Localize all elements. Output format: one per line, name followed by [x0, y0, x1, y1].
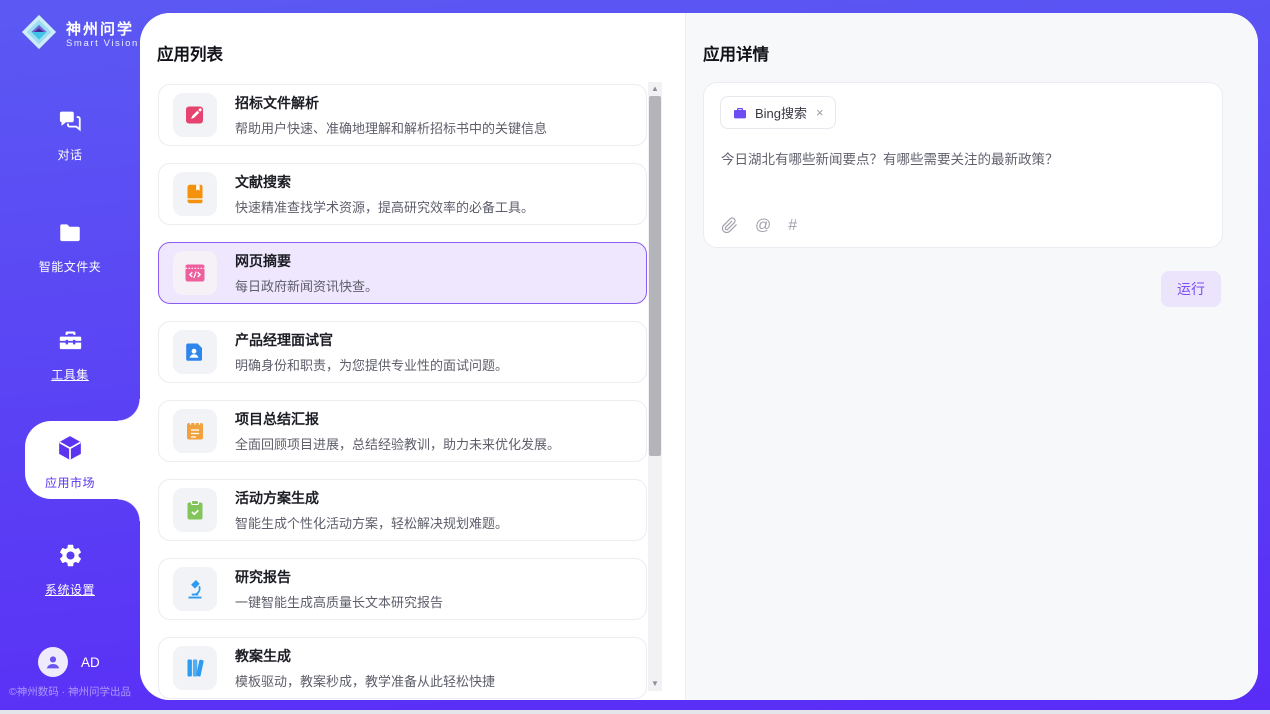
scroll-up-arrow[interactable]: ▲: [648, 82, 662, 96]
chat-icon: [57, 108, 83, 139]
app-name: 研究报告: [235, 567, 443, 587]
sidebar-item-settings[interactable]: 系统设置: [0, 542, 140, 598]
sidebar-item-toolbox[interactable]: 工具集: [0, 327, 140, 383]
app-list-panel: 应用列表 招标文件解析帮助用户快速、准确地理解和解析招标书中的关键信息文献搜索快…: [140, 13, 685, 700]
microscope-icon: [173, 567, 217, 611]
bottom-strip: [0, 710, 1270, 714]
app-description: 每日政府新闻资讯快查。: [235, 276, 378, 295]
app-list: 招标文件解析帮助用户快速、准确地理解和解析招标书中的关键信息文献搜索快速精准查找…: [158, 84, 647, 699]
app-card[interactable]: 网页摘要每日政府新闻资讯快查。: [158, 242, 647, 304]
paperclip-icon[interactable]: [721, 217, 738, 234]
brand-name: 神州问学: [66, 21, 139, 38]
active-tab-curve-top: [118, 399, 140, 421]
interview-doc-icon: [173, 330, 217, 374]
notepad-icon: [173, 409, 217, 453]
app-name: 文献搜索: [235, 172, 534, 192]
app-description: 帮助用户快速、准确地理解和解析招标书中的关键信息: [235, 118, 547, 137]
sidebar-item-label: 对话: [57, 146, 82, 163]
folder-icon: [57, 220, 83, 251]
app-card-meta: 研究报告一键智能生成高质量长文本研究报告: [235, 567, 443, 611]
app-card-meta: 网页摘要每日政府新闻资讯快查。: [235, 251, 378, 295]
tool-tag-bing[interactable]: Bing搜索 ×: [720, 96, 836, 129]
app-card[interactable]: 教案生成模板驱动，教案秒成，教学准备从此轻松快捷: [158, 637, 647, 699]
app-card-meta: 教案生成模板驱动，教案秒成，教学准备从此轻松快捷: [235, 646, 495, 690]
briefcase-icon: [732, 105, 748, 121]
copyright: ©神州数码 · 神州问学出品: [0, 684, 140, 699]
main-content: 应用列表 招标文件解析帮助用户快速、准确地理解和解析招标书中的关键信息文献搜索快…: [140, 13, 1258, 700]
app-card-meta: 招标文件解析帮助用户快速、准确地理解和解析招标书中的关键信息: [235, 93, 547, 137]
app-window: 神州问学 Smart Vision 对话智能文件夹工具集应用市场系统设置 AD …: [0, 0, 1270, 714]
scrollbar[interactable]: ▲ ▼: [648, 82, 662, 691]
app-description: 模板驱动，教案秒成，教学准备从此轻松快捷: [235, 671, 495, 690]
app-card[interactable]: 招标文件解析帮助用户快速、准确地理解和解析招标书中的关键信息: [158, 84, 647, 146]
run-button[interactable]: 运行: [1161, 271, 1221, 307]
scrollbar-thumb[interactable]: [649, 96, 661, 456]
app-name: 招标文件解析: [235, 93, 547, 113]
sidebar-item-market[interactable]: 应用市场: [0, 434, 140, 491]
app-detail-title: 应用详情: [703, 41, 769, 65]
app-description: 明确身份和职责，为您提供专业性的面试问题。: [235, 355, 508, 374]
app-name: 教案生成: [235, 646, 495, 666]
mention-icon[interactable]: @: [755, 218, 771, 234]
brand-subtitle: Smart Vision: [66, 38, 139, 49]
app-card[interactable]: 文献搜索快速精准查找学术资源，提高研究效率的必备工具。: [158, 163, 647, 225]
toolbox-icon: [57, 327, 84, 359]
hashtag-icon[interactable]: #: [788, 218, 797, 234]
brand-text: 神州问学 Smart Vision: [66, 21, 139, 49]
browser-code-icon: [173, 251, 217, 295]
brand-logo: 神州问学 Smart Vision: [20, 13, 139, 56]
app-card[interactable]: 项目总结汇报全面回顾项目进展，总结经验教训，助力未来优化发展。: [158, 400, 647, 462]
sidebar-item-label: 智能文件夹: [39, 258, 102, 275]
app-card-meta: 文献搜索快速精准查找学术资源，提高研究效率的必备工具。: [235, 172, 534, 216]
scroll-down-arrow[interactable]: ▼: [648, 677, 662, 691]
sidebar-item-label: 系统设置: [45, 581, 95, 598]
app-description: 一键智能生成高质量长文本研究报告: [235, 592, 443, 611]
user-chip[interactable]: AD: [38, 647, 100, 677]
app-description: 智能生成个性化活动方案，轻松解决规划难题。: [235, 513, 508, 532]
app-description: 快速精准查找学术资源，提高研究效率的必备工具。: [235, 197, 534, 216]
sidebar-item-label: 工具集: [51, 366, 89, 383]
prompt-toolbar: @ #: [721, 217, 797, 234]
prompt-text[interactable]: 今日湖北有哪些新闻要点？有哪些需要关注的最新政策？: [721, 150, 1206, 169]
app-card[interactable]: 研究报告一键智能生成高质量长文本研究报告: [158, 558, 647, 620]
sidebar-item-folders[interactable]: 智能文件夹: [0, 220, 140, 275]
prompt-card: Bing搜索 × 今日湖北有哪些新闻要点？有哪些需要关注的最新政策？ @ #: [703, 82, 1223, 248]
app-name: 活动方案生成: [235, 488, 508, 508]
close-icon[interactable]: ×: [816, 105, 824, 120]
gear-icon: [57, 542, 84, 574]
user-name: AD: [81, 655, 100, 670]
app-name: 网页摘要: [235, 251, 378, 271]
app-card[interactable]: 活动方案生成智能生成个性化活动方案，轻松解决规划难题。: [158, 479, 647, 541]
app-card[interactable]: 产品经理面试官明确身份和职责，为您提供专业性的面试问题。: [158, 321, 647, 383]
books-icon: [173, 646, 217, 690]
brand-gem-icon: [20, 13, 58, 56]
active-tab-curve-bottom: [118, 499, 140, 521]
clipboard-check-icon: [173, 488, 217, 532]
sidebar-item-chat[interactable]: 对话: [0, 108, 140, 163]
app-name: 项目总结汇报: [235, 409, 560, 429]
doc-edit-icon: [173, 93, 217, 137]
book-icon: [173, 172, 217, 216]
app-card-meta: 产品经理面试官明确身份和职责，为您提供专业性的面试问题。: [235, 330, 508, 374]
app-card-meta: 项目总结汇报全面回顾项目进展，总结经验教训，助力未来优化发展。: [235, 409, 560, 453]
app-detail-panel: 应用详情 Bing搜索 × 今日湖北有哪些新闻要点？有哪些需要关注的最新政策？: [685, 13, 1258, 700]
cube-icon: [56, 434, 84, 467]
tool-tag-label: Bing搜索: [755, 103, 807, 122]
app-list-title: 应用列表: [157, 41, 223, 65]
sidebar-item-label: 应用市场: [45, 474, 95, 491]
app-card-meta: 活动方案生成智能生成个性化活动方案，轻松解决规划难题。: [235, 488, 508, 532]
person-icon: [38, 647, 68, 677]
app-name: 产品经理面试官: [235, 330, 508, 350]
app-description: 全面回顾项目进展，总结经验教训，助力未来优化发展。: [235, 434, 560, 453]
sidebar: 神州问学 Smart Vision 对话智能文件夹工具集应用市场系统设置 AD …: [0, 0, 140, 714]
